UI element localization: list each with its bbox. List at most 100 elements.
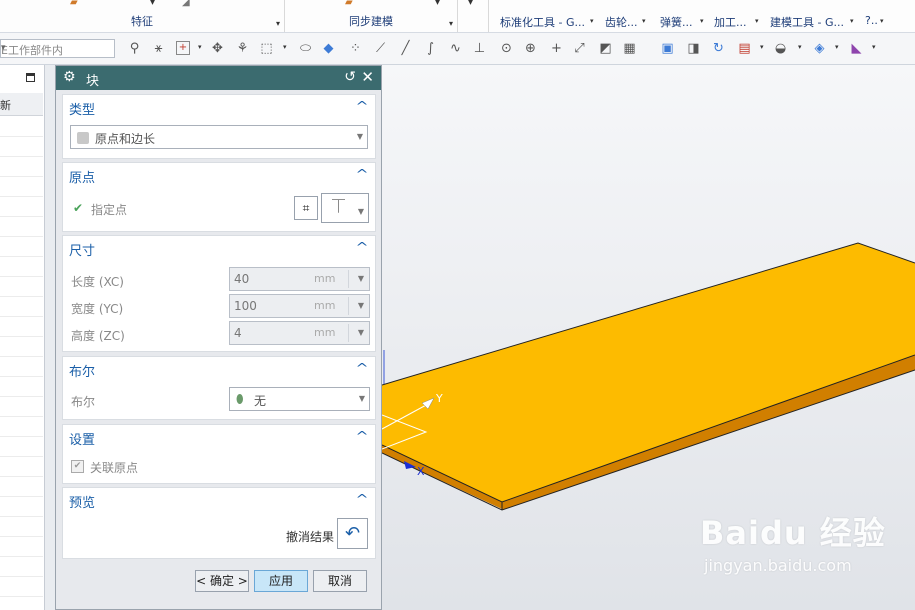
cancel-button[interactable]: 取消 [313, 570, 367, 592]
table-row[interactable] [0, 216, 43, 237]
ribbon-group-small[interactable]: ▾ [458, 0, 489, 32]
table-row[interactable] [0, 376, 43, 397]
display-icon[interactable]: ◣ [849, 41, 864, 56]
table-row[interactable] [0, 436, 43, 457]
chevron-down-icon[interactable]: ▾ [700, 17, 704, 25]
tool-standard-parts[interactable]: 标准化工具 - G... [500, 14, 585, 30]
point-dialog-button[interactable]: ⌗ [294, 196, 318, 220]
width-input[interactable]: 100 mm ▼ [229, 294, 370, 318]
curve-icon[interactable]: ∫ [423, 41, 438, 56]
close-icon[interactable]: ✕ [361, 68, 374, 86]
scatter-icon[interactable]: ⁘ [348, 41, 363, 56]
chevron-down-icon[interactable]: ▾ [760, 43, 764, 51]
table-row[interactable] [0, 336, 43, 357]
chevron-down-icon[interactable]: ▾ [880, 17, 884, 25]
table-row[interactable] [0, 396, 43, 417]
dialog-title-bar[interactable]: ⚙ 块 ↺ ✕ [56, 66, 381, 90]
section-title[interactable]: 设置 [69, 429, 95, 448]
solid-icon[interactable]: ◆ [321, 41, 336, 56]
table-row[interactable] [0, 356, 43, 377]
ribbon-group-feature[interactable]: ▰ ▾ ◢ 特征 ▾ [0, 0, 285, 32]
apply-button[interactable]: 应用 [254, 570, 308, 592]
collapse-icon[interactable]: ^ [355, 240, 368, 254]
line-icon[interactable]: ⟋ [373, 41, 388, 56]
perpendicular-icon[interactable]: ⊥ [472, 41, 487, 56]
center-icon[interactable]: ⊕ [523, 41, 538, 56]
collapse-icon[interactable]: ^ [355, 429, 368, 443]
point-type-dropdown[interactable]: ⏉ ▼ [321, 193, 369, 223]
table-row[interactable] [0, 476, 43, 497]
window-icon[interactable]: ▤ [737, 41, 752, 56]
ribbon-group-sync-modeling[interactable]: ▰ ▾ 同步建模 ▾ [285, 0, 458, 32]
table-row[interactable] [0, 456, 43, 477]
grid-icon[interactable]: ▦ [622, 41, 637, 56]
table-row[interactable] [0, 196, 43, 217]
cube-icon[interactable]: ◈ [812, 41, 827, 56]
chevron-down-icon[interactable]: ▾ [198, 43, 202, 51]
table-row[interactable] [0, 516, 43, 537]
section-title[interactable]: 尺寸 [69, 240, 95, 259]
length-input[interactable]: 40 mm ▼ [229, 267, 370, 291]
table-row[interactable] [0, 256, 43, 277]
tool-spring[interactable]: 弹簧... [660, 14, 693, 30]
select-feature-icon[interactable]: ⚲ [127, 41, 142, 56]
maximize-icon[interactable] [26, 73, 35, 82]
block-top-face[interactable] [382, 243, 915, 502]
associative-origin-checkbox[interactable]: ✔ [71, 460, 84, 473]
reset-icon[interactable]: ↺ [344, 69, 356, 85]
spline-icon[interactable]: ∿ [448, 41, 463, 56]
chevron-down-icon[interactable]: ▼ [358, 301, 364, 310]
move-icon[interactable]: ✥ [210, 41, 225, 56]
chevron-down-icon[interactable]: ▾ [835, 43, 839, 51]
section-title[interactable]: 原点 [69, 167, 95, 186]
line-tool-icon[interactable]: ╱ [398, 41, 413, 56]
tool-machining[interactable]: 加工... [714, 14, 747, 30]
diagonal-icon[interactable]: ⤢ [572, 41, 587, 56]
table-row[interactable] [0, 556, 43, 577]
table-row[interactable] [0, 176, 43, 197]
type-dropdown[interactable]: 原点和边长 ▼ [70, 125, 368, 149]
table-row[interactable] [0, 316, 43, 337]
eraser-icon[interactable]: ⬭ [298, 41, 313, 56]
chevron-down-icon[interactable]: ▾ [755, 17, 759, 25]
section-title[interactable]: 布尔 [69, 361, 95, 380]
table-row[interactable] [0, 136, 43, 157]
table-row[interactable] [0, 576, 43, 597]
height-input[interactable]: 4 mm ▼ [229, 321, 370, 345]
table-row[interactable] [0, 416, 43, 437]
boolean-dropdown[interactable]: ⬮ 无 ▼ [229, 387, 370, 411]
collapse-icon[interactable]: ^ [355, 492, 368, 506]
selection-scope-dropdown[interactable]: E工作部件内 ▾ [0, 39, 115, 58]
transform-icon[interactable]: ⚘ [235, 41, 250, 56]
refresh-icon[interactable]: ↻ [711, 41, 726, 56]
table-row[interactable] [0, 276, 43, 297]
collapse-icon[interactable]: ^ [355, 167, 368, 181]
chevron-down-icon[interactable]: ▾ [872, 43, 876, 51]
section-title[interactable]: 预览 [69, 492, 95, 511]
table-row[interactable] [0, 116, 43, 137]
undo-result-button[interactable]: ↶ [337, 518, 368, 549]
chevron-down-icon[interactable]: ▾ [798, 43, 802, 51]
tool-gear[interactable]: 齿轮... [605, 14, 638, 30]
section-title[interactable]: 类型 [69, 99, 95, 118]
table-row[interactable] [0, 496, 43, 517]
shade-icon[interactable]: ◒ [773, 41, 788, 56]
render-icon[interactable]: ▣ [660, 41, 675, 56]
table-row[interactable] [0, 536, 43, 557]
view-icon[interactable]: ◨ [686, 41, 701, 56]
chevron-down-icon[interactable]: ▾ [276, 19, 280, 28]
select-icon[interactable]: ⚹ [151, 41, 166, 56]
gear-icon[interactable]: ⚙ [63, 69, 76, 85]
tool-modeling-tools[interactable]: 建模工具 - G... [770, 14, 844, 30]
navigator-resize-gutter[interactable] [45, 65, 55, 610]
table-row[interactable] [0, 156, 43, 177]
table-row[interactable] [0, 296, 43, 317]
chevron-down-icon[interactable]: ▼ [358, 274, 364, 283]
chevron-down-icon[interactable]: ▾ [449, 19, 453, 28]
cross-icon[interactable]: + [549, 41, 564, 56]
chevron-down-icon[interactable]: ▾ [850, 17, 854, 25]
chevron-down-icon[interactable]: ▼ [358, 328, 364, 337]
collapse-icon[interactable]: ^ [355, 361, 368, 375]
snap-point-icon[interactable]: + [176, 41, 190, 55]
chevron-down-icon[interactable]: ▾ [642, 17, 646, 25]
